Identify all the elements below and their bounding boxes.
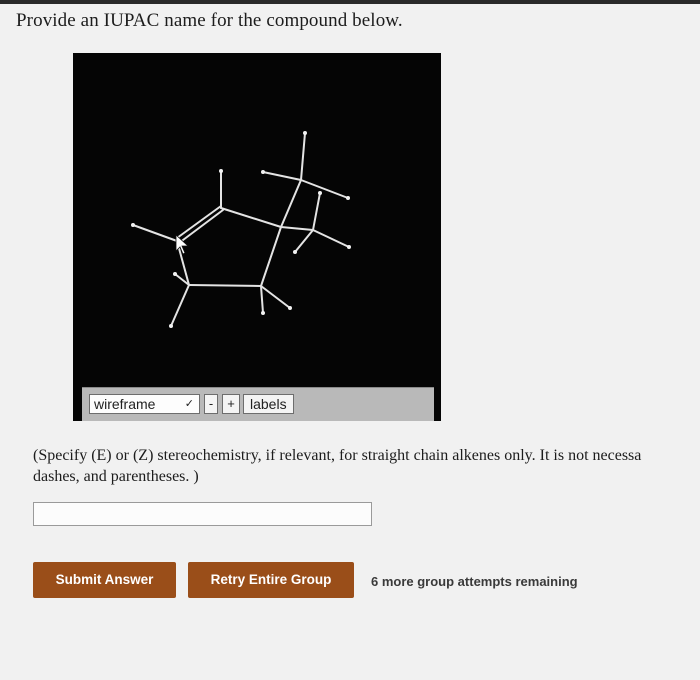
bond — [280, 179, 302, 228]
molecule-wireframe[interactable] — [73, 53, 441, 421]
atom — [261, 170, 265, 174]
zoom-in-button[interactable]: + — [222, 394, 240, 414]
answer-input[interactable] — [33, 502, 372, 526]
atom — [261, 311, 265, 315]
bond — [260, 285, 291, 309]
instruction-line-1: (Specify (E) or (Z) stereochemistry, if … — [33, 447, 642, 464]
bond — [178, 209, 224, 244]
question-text: Provide an IUPAC name for the compound b… — [16, 10, 403, 31]
atom — [169, 324, 173, 328]
atom — [219, 169, 223, 173]
bond — [312, 229, 350, 248]
attempts-remaining-text: 6 more group attempts remaining — [371, 574, 578, 589]
bond — [300, 179, 349, 199]
atom — [347, 245, 351, 249]
instruction-text: (Specify (E) or (Z) stereochemistry, if … — [33, 445, 700, 487]
bond — [220, 207, 282, 228]
submit-answer-button[interactable]: Submit Answer — [33, 562, 176, 598]
retry-entire-group-button[interactable]: Retry Entire Group — [188, 562, 354, 598]
atom — [293, 250, 297, 254]
bond — [300, 132, 306, 181]
bond — [262, 171, 302, 181]
render-style-value: wireframe — [94, 396, 156, 412]
render-style-select[interactable]: wireframe ✓ — [89, 394, 200, 414]
top-border — [0, 0, 700, 4]
bond — [260, 226, 282, 287]
viewer-controls: wireframe ✓ - + labels — [82, 387, 434, 421]
atom — [346, 196, 350, 200]
bond — [280, 226, 314, 231]
bond — [260, 285, 264, 314]
molecule-viewer[interactable] — [73, 53, 441, 421]
bond — [188, 284, 262, 287]
chevron-down-icon: ✓ — [184, 398, 194, 410]
labels-toggle-button[interactable]: labels — [243, 394, 294, 414]
bond — [132, 224, 178, 242]
bond — [294, 229, 314, 253]
atom — [288, 306, 292, 310]
atom — [318, 191, 322, 195]
bond — [176, 205, 222, 239]
atom — [303, 131, 307, 135]
bond — [312, 192, 321, 231]
bond — [170, 284, 190, 327]
atom — [131, 223, 135, 227]
zoom-out-button[interactable]: - — [204, 394, 218, 414]
atom — [173, 272, 177, 276]
instruction-line-2: dashes, and parentheses. ) — [33, 468, 199, 485]
